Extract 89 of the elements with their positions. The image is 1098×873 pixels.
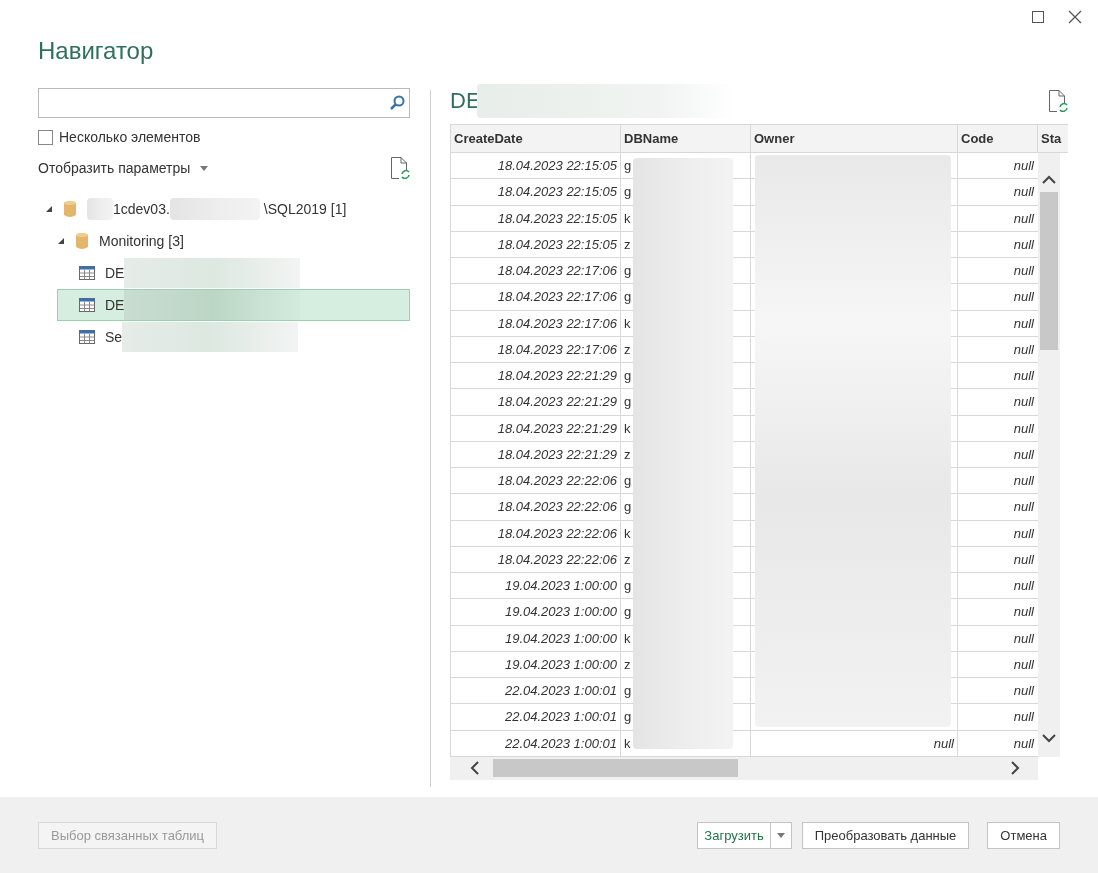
- table-cell: null: [957, 205, 1037, 231]
- table-cell: null: [957, 231, 1037, 257]
- column-header[interactable]: Code: [957, 125, 1037, 152]
- table-icon: [79, 330, 95, 344]
- scrollbar-thumb[interactable]: [1040, 192, 1058, 350]
- checkbox[interactable]: [38, 129, 53, 145]
- table-cell: null: [957, 310, 1037, 336]
- dropdown-button[interactable]: [770, 821, 792, 849]
- table-cell: null: [957, 704, 1037, 730]
- table-cell: null: [957, 415, 1037, 441]
- close-icon[interactable]: [1068, 10, 1082, 24]
- footer-button[interactable]: Преобразовать данные: [801, 821, 970, 849]
- table-cell: null: [957, 363, 1037, 389]
- table-icon: [79, 298, 95, 312]
- checkbox-label: Несколько элементов: [59, 129, 201, 145]
- column-header[interactable]: DBName: [620, 125, 750, 152]
- table-cell: 18.04.2023 22:21:29: [450, 389, 620, 415]
- table-cell: 18.04.2023 22:15:05: [450, 179, 620, 205]
- maximize-icon[interactable]: [1032, 11, 1044, 23]
- search-field[interactable]: [38, 88, 410, 118]
- scroll-right-icon[interactable]: [1011, 761, 1020, 776]
- table-cell: 18.04.2023 22:22:06: [450, 494, 620, 520]
- tree-item[interactable]: DE: [57, 289, 410, 321]
- window-title: Навигатор: [38, 36, 154, 66]
- table-cell: 18.04.2023 22:15:05: [450, 205, 620, 231]
- table-cell: null: [957, 573, 1037, 599]
- table-cell: 22.04.2023 1:00:01: [450, 678, 620, 704]
- scroll-left-icon[interactable]: [470, 761, 479, 776]
- table-cell: 18.04.2023 22:17:06: [450, 336, 620, 362]
- table-cell: 18.04.2023 22:22:06: [450, 520, 620, 546]
- table-cell: 19.04.2023 1:00:00: [450, 599, 620, 625]
- table-cell: 18.04.2023 22:17:06: [450, 284, 620, 310]
- search-icon[interactable]: [389, 95, 405, 111]
- table-cell: 18.04.2023 22:15:05: [450, 231, 620, 257]
- tree-node[interactable]: 1cdev03. \SQL2019 [1]: [38, 193, 410, 225]
- table-cell: 22.04.2023 1:00:01: [450, 730, 620, 756]
- tree-node[interactable]: Monitoring [3]: [38, 225, 410, 257]
- tree-item[interactable]: DE: [57, 257, 410, 289]
- table-cell: null: [957, 179, 1037, 205]
- table-cell: null: [957, 730, 1037, 756]
- expand-caret-icon[interactable]: [45, 205, 53, 213]
- table-cell: 18.04.2023 22:22:06: [450, 468, 620, 494]
- table-cell: 22.04.2023 1:00:01: [450, 704, 620, 730]
- table-cell: null: [957, 258, 1037, 284]
- table-cell: null: [957, 441, 1037, 467]
- scroll-up-icon[interactable]: [1042, 175, 1056, 184]
- column-header[interactable]: Owner: [750, 125, 957, 152]
- scroll-down-icon[interactable]: [1042, 733, 1056, 743]
- refresh-document-icon[interactable]: [390, 157, 410, 179]
- table-cell: null: [957, 520, 1037, 546]
- display-options-dropdown[interactable]: Отобразить параметры: [38, 160, 209, 176]
- database-icon: [75, 232, 89, 250]
- redaction-blur: [87, 198, 113, 220]
- database-icon: [63, 200, 77, 218]
- table-cell: 18.04.2023 22:17:06: [450, 310, 620, 336]
- table-cell: null: [957, 494, 1037, 520]
- table-cell: 18.04.2023 22:21:29: [450, 441, 620, 467]
- table-cell: 19.04.2023 1:00:00: [450, 651, 620, 677]
- vertical-scrollbar[interactable]: [1038, 153, 1060, 757]
- footer-button[interactable]: Отмена: [987, 821, 1060, 849]
- refresh-document-icon[interactable]: [1048, 90, 1068, 112]
- table-cell: 18.04.2023 22:22:06: [450, 546, 620, 572]
- table-cell: null: [957, 678, 1037, 704]
- table-cell: 18.04.2023 22:17:06: [450, 258, 620, 284]
- table-cell: 19.04.2023 1:00:00: [450, 625, 620, 651]
- expand-caret-icon[interactable]: [57, 237, 65, 245]
- table-cell: null: [957, 153, 1037, 179]
- table-cell: null: [957, 546, 1037, 572]
- table-cell: null: [957, 625, 1037, 651]
- table-cell: 19.04.2023 1:00:00: [450, 573, 620, 599]
- table-cell: null: [957, 336, 1037, 362]
- load-button[interactable]: Загрузить: [697, 821, 771, 849]
- horizontal-scrollbar[interactable]: [450, 756, 1038, 780]
- table-cell: 18.04.2023 22:15:05: [450, 153, 620, 179]
- table-cell: 18.04.2023 22:21:29: [450, 415, 620, 441]
- column-header[interactable]: CreateDate: [450, 125, 620, 152]
- tree-item[interactable]: Se: [57, 321, 410, 353]
- scrollbar-thumb[interactable]: [493, 759, 738, 778]
- table-cell: null: [957, 389, 1037, 415]
- table-cell: null: [957, 284, 1037, 310]
- table-cell: 18.04.2023 22:21:29: [450, 363, 620, 389]
- table-cell: null: [957, 599, 1037, 625]
- table-icon: [79, 266, 95, 280]
- caret-icon: [776, 832, 785, 838]
- table-cell: null: [750, 730, 957, 756]
- table-cell: null: [957, 651, 1037, 677]
- column-header[interactable]: Sta: [1037, 125, 1068, 152]
- caret-icon: [200, 165, 209, 171]
- table-cell: null: [957, 468, 1037, 494]
